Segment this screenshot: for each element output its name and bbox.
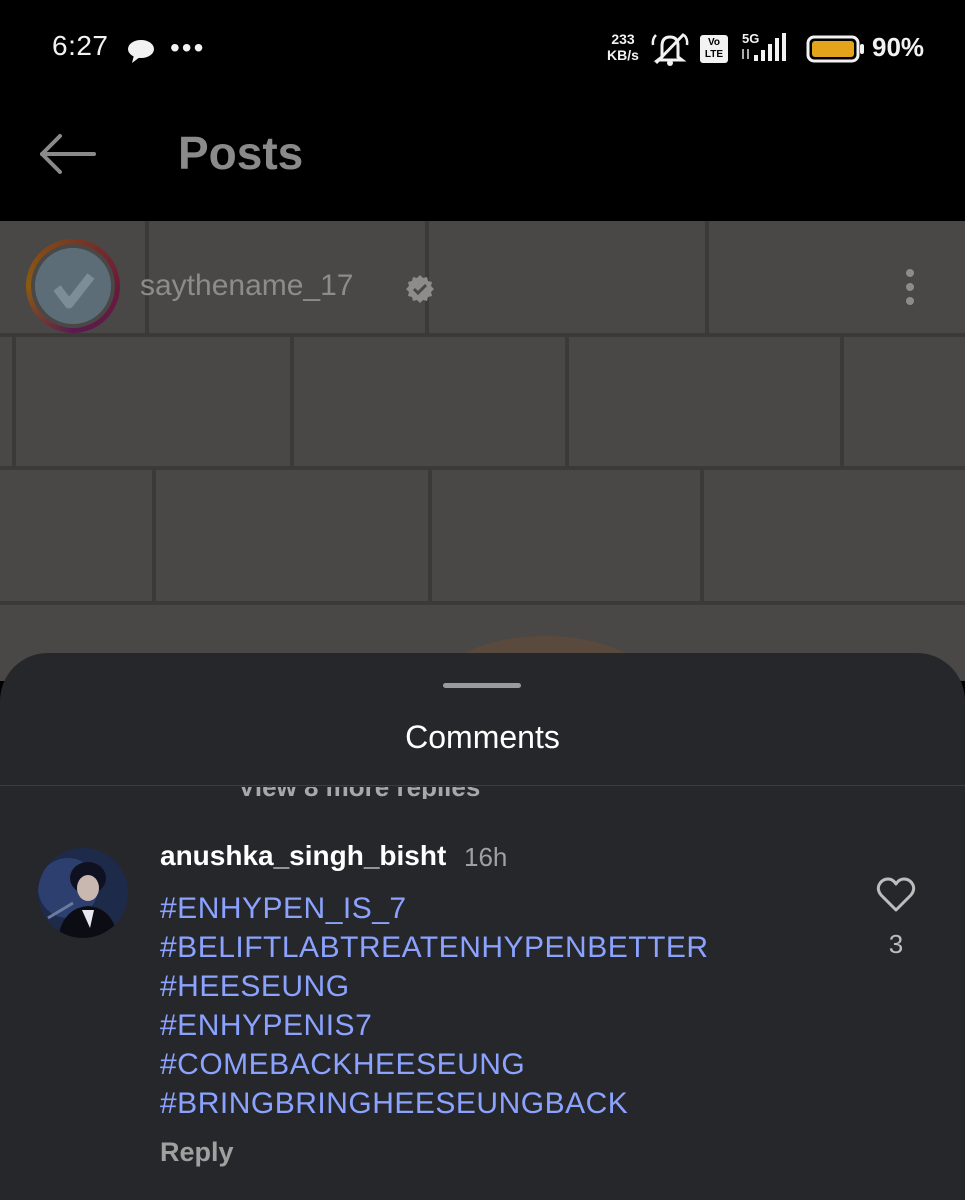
sheet-drag-handle[interactable]	[443, 683, 521, 688]
avatar-image	[35, 248, 111, 324]
more-dots-icon: •••	[170, 32, 206, 63]
heart-outline-icon[interactable]	[876, 877, 916, 913]
reply-button[interactable]: Reply	[160, 1137, 234, 1168]
sheet-title: Comments	[405, 719, 560, 755]
post-media[interactable]: saythename_17	[0, 221, 965, 681]
status-time: 6:27	[52, 30, 109, 61]
view-more-replies-link[interactable]: View 8 more replies	[0, 787, 965, 799]
comments-sheet: Comments View 8 more replies anushka_sin…	[0, 653, 965, 1200]
top-app-bar	[0, 100, 965, 221]
net-speed-unit: KB/s	[607, 47, 639, 63]
comment-timestamp: 16h	[464, 842, 508, 872]
signal-icon: 5G	[742, 31, 786, 61]
like-count: 3	[888, 929, 904, 959]
volte-icon: Vo LTE	[700, 35, 728, 63]
hashtag-link[interactable]: #ENHYPENIS7	[160, 1006, 709, 1045]
mute-icon	[651, 32, 689, 66]
volte-label-top: Vo	[707, 37, 721, 48]
view-more-replies-label: View 8 more replies	[238, 787, 480, 799]
divider	[0, 785, 965, 786]
comment-author-username[interactable]: anushka_singh_bisht	[160, 840, 446, 872]
vertical-dots-icon[interactable]	[898, 267, 922, 307]
post-author-username[interactable]: saythename_17	[140, 269, 354, 303]
brand-logo-icon	[35, 248, 111, 324]
network-type: 5G	[742, 31, 759, 46]
volte-label-bottom: LTE	[704, 49, 724, 60]
hashtag-link[interactable]: #BRINGBRINGHEESEUNGBACK	[160, 1084, 709, 1123]
arrow-left-icon[interactable]	[38, 132, 98, 176]
net-speed-value: 233	[611, 31, 635, 47]
page-title: Posts	[178, 127, 304, 179]
comment-author-avatar[interactable]	[38, 848, 128, 938]
hashtag-link[interactable]: #ENHYPEN_IS_7	[160, 889, 709, 928]
status-bar: 6:27 ••• 233 KB/s Vo LTE 5G 90%	[0, 0, 965, 100]
comment-text: #ENHYPEN_IS_7 #BELIFTLABTREATENHYPENBETT…	[160, 889, 709, 1123]
hashtag-link[interactable]: #COMEBACKHEESEUNG	[160, 1045, 709, 1084]
battery-percent: 90%	[872, 32, 925, 62]
verified-badge-icon	[406, 275, 434, 303]
battery-icon	[806, 35, 864, 63]
hashtag-link[interactable]: #BELIFTLABTREATENHYPENBETTER	[160, 928, 709, 967]
hashtag-link[interactable]: #HEESEUNG	[160, 967, 709, 1006]
net-speed: 233 KB/s	[603, 31, 643, 63]
avatar-image	[38, 848, 128, 938]
chat-bubble-icon	[128, 40, 154, 63]
post-author-avatar[interactable]	[26, 239, 120, 333]
